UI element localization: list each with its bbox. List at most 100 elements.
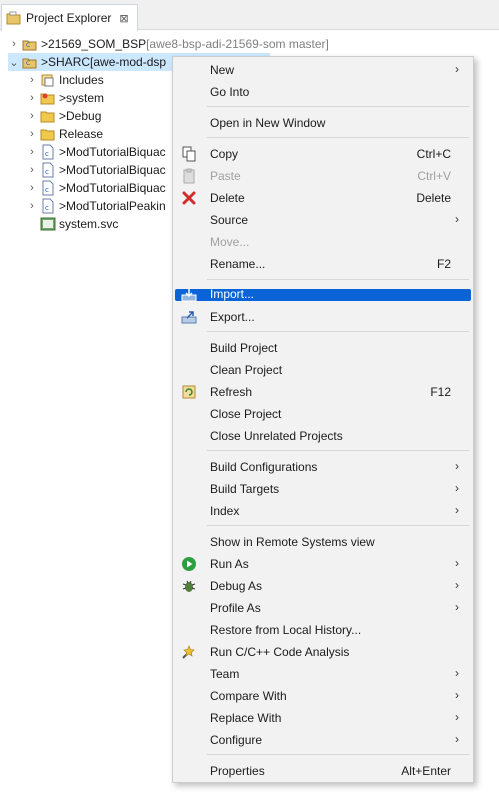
menu-label: Delete: [210, 191, 245, 205]
menu-item-move[interactable]: Move...: [175, 232, 471, 252]
chevron-right-icon[interactable]: ›: [26, 128, 38, 140]
menu-shortcut: Ctrl+V: [417, 169, 451, 183]
tree-row-system[interactable]: › > system: [26, 89, 104, 107]
svg-text:c: c: [45, 186, 49, 194]
chevron-right-icon[interactable]: ›: [26, 200, 38, 212]
menu-separator: [207, 106, 469, 107]
tree-label: ModTutorialBiquac: [66, 181, 166, 195]
chevron-right-icon[interactable]: ›: [26, 110, 38, 122]
menu-item-configure[interactable]: Configure ›: [175, 730, 471, 750]
tree-row-system-svc[interactable]: system.svc: [38, 215, 118, 233]
svg-text:C: C: [26, 42, 30, 49]
menu-item-run-as[interactable]: Run As ›: [175, 554, 471, 574]
tree-row-release[interactable]: › Release: [26, 125, 103, 143]
menu-label: Export...: [210, 310, 255, 324]
menu-item-replace-with[interactable]: Replace With ›: [175, 708, 471, 728]
close-icon[interactable]: ⊠: [119, 12, 128, 25]
submenu-arrow-icon: ›: [455, 688, 459, 702]
menu-item-close-unrelated-projects[interactable]: Close Unrelated Projects: [175, 426, 471, 446]
tree-label: Release: [59, 127, 104, 141]
menu-item-profile-as[interactable]: Profile As ›: [175, 598, 471, 618]
menu-label: Clean Project: [210, 363, 283, 377]
tree-row-source-file[interactable]: › c > ModTutorialBiquac: [26, 161, 166, 179]
menu-shortcut: F12: [430, 385, 451, 399]
chevron-down-icon[interactable]: ⌄: [8, 56, 20, 69]
menu-item-show-in-remote-systems-view[interactable]: Show in Remote Systems view: [175, 532, 471, 552]
menu-item-copy[interactable]: Copy Ctrl+C: [175, 144, 471, 164]
menu-item-build-targets[interactable]: Build Targets ›: [175, 479, 471, 499]
menu-label: Refresh: [210, 385, 253, 399]
menu-item-delete[interactable]: Delete Delete: [175, 188, 471, 208]
chevron-right-icon[interactable]: ›: [26, 182, 38, 194]
tree-row-source-file[interactable]: › c > ModTutorialBiquac: [26, 179, 166, 197]
submenu-arrow-icon: ›: [455, 732, 459, 746]
menu-label: Build Project: [210, 341, 278, 355]
chevron-right-icon[interactable]: ›: [8, 38, 20, 50]
menu-item-run-code-analysis[interactable]: Run C/C++ Code Analysis: [175, 642, 471, 662]
tree-label: SHARC: [48, 55, 91, 69]
tree-row-source-file[interactable]: › c > ModTutorialPeakin: [26, 197, 166, 215]
svg-text:c: c: [45, 204, 49, 212]
menu-item-properties[interactable]: Properties Alt+Enter: [175, 761, 471, 781]
chevron-right-icon[interactable]: ›: [26, 74, 38, 86]
menu-label: Configure: [210, 733, 263, 747]
menu-item-build-configurations[interactable]: Build Configurations ›: [175, 457, 471, 477]
menu-label: New: [210, 63, 235, 77]
menu-label: Replace With: [210, 711, 282, 725]
menu-label: Team: [210, 667, 240, 681]
svg-text:C: C: [26, 60, 30, 67]
menu-item-clean-project[interactable]: Clean Project: [175, 360, 471, 380]
menu-label: Move...: [210, 235, 250, 249]
menu-item-debug-as[interactable]: Debug As ›: [175, 576, 471, 596]
menu-item-refresh[interactable]: Refresh F12: [175, 382, 471, 402]
menu-shortcut: Alt+Enter: [401, 764, 451, 778]
submenu-arrow-icon: ›: [455, 503, 459, 517]
includes-icon: [41, 74, 54, 87]
submenu-arrow-icon: ›: [455, 481, 459, 495]
menu-item-open-in-new-window[interactable]: Open in New Window: [175, 113, 471, 133]
code-analysis-icon: [182, 645, 195, 659]
submenu-arrow-icon: ›: [455, 710, 459, 724]
project-explorer-tab[interactable]: Project Explorer ⊠: [1, 4, 138, 31]
tree-prefix: >: [59, 181, 67, 195]
menu-item-restore-from-local-history[interactable]: Restore from Local History...: [175, 620, 471, 640]
menu-item-compare-with[interactable]: Compare With ›: [175, 686, 471, 706]
project-icon: C: [22, 58, 37, 69]
menu-label: Build Targets: [210, 482, 280, 496]
tree-label: ModTutorialBiquac: [66, 163, 166, 177]
refresh-icon: [182, 385, 196, 399]
menu-item-index[interactable]: Index ›: [175, 501, 471, 521]
chevron-right-icon[interactable]: ›: [26, 164, 38, 176]
menu-shortcut: Delete: [416, 191, 451, 205]
menu-item-export[interactable]: Export...: [175, 307, 471, 327]
submenu-arrow-icon: ›: [455, 459, 459, 473]
tree-row-source-file[interactable]: › c > ModTutorialBiquac: [26, 143, 166, 161]
menu-separator: [207, 450, 469, 451]
menu-separator: [207, 279, 469, 280]
chevron-right-icon[interactable]: ›: [26, 146, 38, 158]
tree-row-debug[interactable]: › > Debug: [26, 107, 101, 125]
menu-item-rename[interactable]: Rename... F2: [175, 254, 471, 274]
menu-item-team[interactable]: Team ›: [175, 664, 471, 684]
menu-item-new[interactable]: New ›: [175, 60, 471, 80]
tree-label: ModTutorialPeakin: [66, 199, 166, 213]
submenu-arrow-icon: ›: [455, 578, 459, 592]
project-icon: C: [22, 40, 37, 51]
menu-item-close-project[interactable]: Close Project: [175, 404, 471, 424]
tree-row-21569-som-bsp[interactable]: › C > 21569_SOM_BSP [awe8-bsp-adi-21569-…: [8, 35, 329, 53]
menu-item-source[interactable]: Source ›: [175, 210, 471, 230]
tree-row-includes[interactable]: › Includes: [26, 71, 104, 89]
menu-item-go-into[interactable]: Go Into: [175, 82, 471, 102]
menu-label: Properties: [210, 764, 265, 778]
menu-item-import[interactable]: Import...: [175, 287, 471, 302]
submenu-arrow-icon: ›: [455, 212, 459, 226]
chevron-right-icon[interactable]: ›: [26, 92, 38, 104]
source-file-icon: c: [42, 198, 54, 214]
git-decoration: [awe-mod-dsp: [90, 55, 167, 69]
debug-bug-icon: [182, 580, 196, 592]
menu-item-build-project[interactable]: Build Project: [175, 338, 471, 358]
import-icon: [181, 289, 197, 302]
menu-item-paste[interactable]: Paste Ctrl+V: [175, 166, 471, 186]
tree-prefix: >: [59, 145, 67, 159]
menu-shortcut: Ctrl+C: [416, 147, 451, 161]
